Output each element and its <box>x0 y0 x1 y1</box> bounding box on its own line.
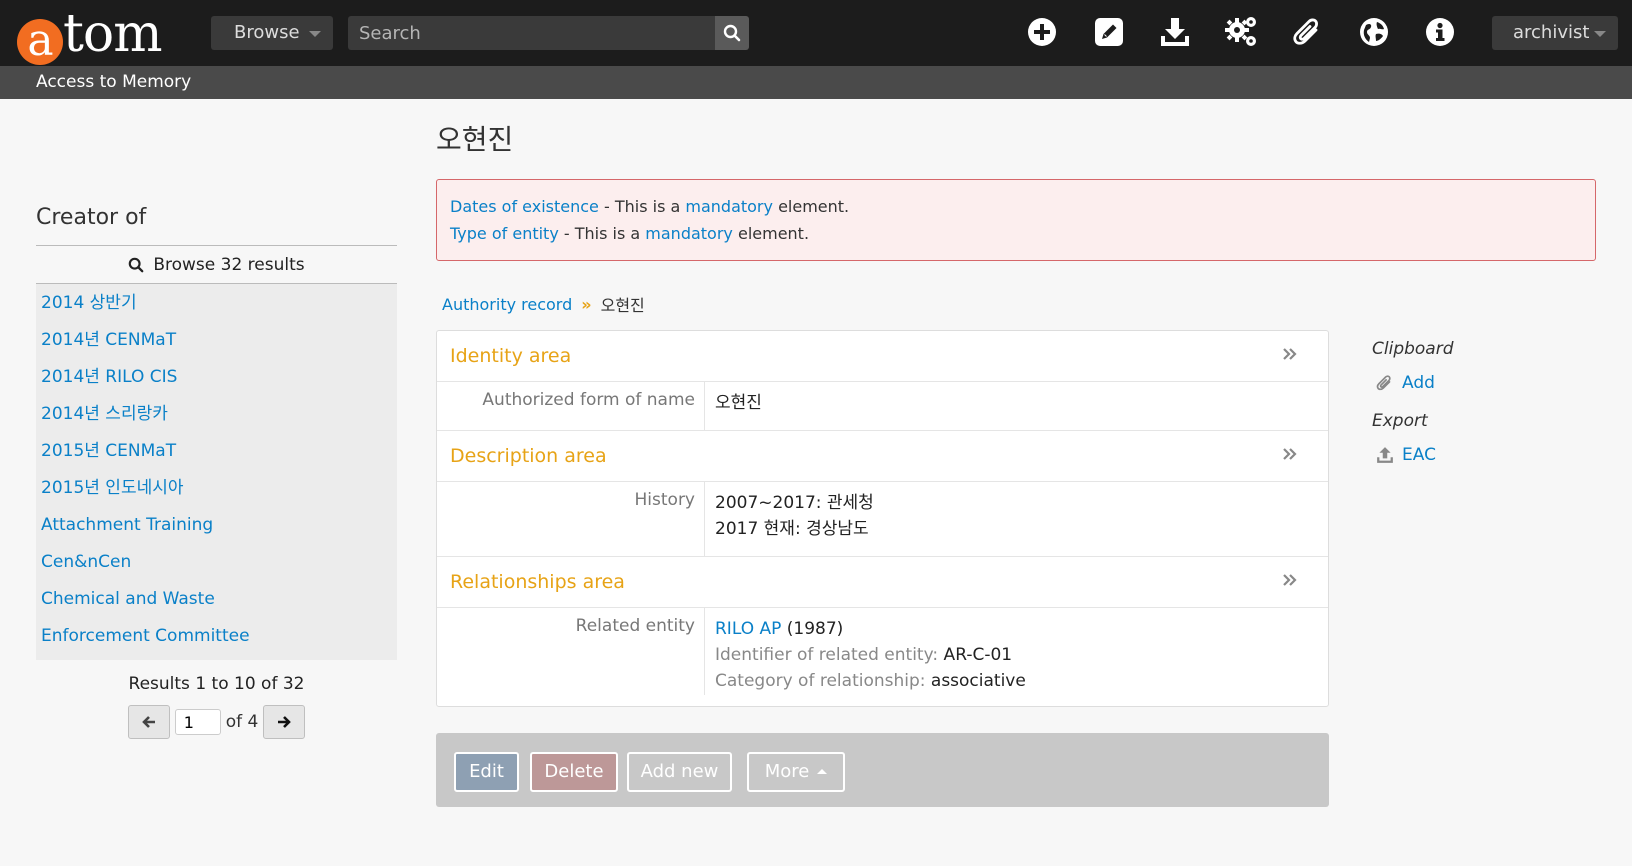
history-line: 2007~2017: 관세청 <box>715 493 874 513</box>
clipboard-add-link[interactable]: Add <box>1376 373 1572 393</box>
more-button[interactable]: More <box>747 752 845 792</box>
browse-menu-button[interactable]: Browse <box>211 16 333 50</box>
list-item[interactable]: 2014년 RILO CIS <box>36 362 397 399</box>
breadcrumb-parent-link[interactable]: Authority record <box>442 295 572 314</box>
description-area-title: Description area <box>450 445 607 467</box>
upload-icon <box>1377 447 1393 463</box>
caret-up-icon <box>817 769 828 774</box>
page-title: 오현진 <box>436 123 514 156</box>
field-value: RILO AP (1987) Identifier of related ent… <box>705 608 1026 695</box>
list-item[interactable]: 2015년 인도네시아 <box>36 473 397 510</box>
identifier-value: AR-C-01 <box>938 645 1013 665</box>
category-value: associative <box>925 671 1026 691</box>
clipboard-heading: Clipboard <box>1372 339 1454 359</box>
list-item[interactable]: Enforcement Committee <box>36 621 397 658</box>
caret-down-icon <box>309 31 321 37</box>
actions-bar: Edit Delete Add new More <box>436 733 1329 807</box>
list-item[interactable]: Attachment Training <box>36 510 397 547</box>
top-bar: atom Browse archivist <box>0 0 1632 66</box>
plus-circle-icon[interactable] <box>1024 14 1060 50</box>
error-message-box: Dates of existence - This is a mandatory… <box>436 179 1596 261</box>
field-label: Authorized form of name <box>437 382 705 430</box>
page-total: of 4 <box>225 712 259 732</box>
mandatory-link[interactable]: mandatory <box>645 224 733 243</box>
pencil-edit-icon[interactable] <box>1091 14 1127 50</box>
description-area-heading[interactable]: Description area <box>437 431 1328 482</box>
results-count: Results 1 to 10 of 32 <box>128 674 305 694</box>
user-menu-button[interactable]: archivist <box>1492 16 1618 50</box>
related-entity-date: (1987) <box>781 619 844 639</box>
context-menu: Clipboard Add Export EAC <box>1372 339 1572 465</box>
browse-results-label: Browse 32 results <box>153 254 305 275</box>
authority-record-panel: Identity area Authorized form of name 오현… <box>436 330 1329 707</box>
breadcrumb-separator: » <box>581 294 592 314</box>
related-entity-link[interactable]: RILO AP <box>715 619 781 639</box>
previous-page-button[interactable] <box>127 705 170 739</box>
atom-logo[interactable]: a tom <box>17 4 163 65</box>
search-icon <box>723 24 741 42</box>
browse-label: Browse <box>234 22 300 43</box>
error-field-link[interactable]: Type of entity <box>450 224 559 243</box>
identity-area-heading[interactable]: Identity area <box>437 331 1328 382</box>
history-line: 2017 현재: 경상남도 <box>715 519 869 539</box>
error-line: Dates of existence - This is a mandatory… <box>450 197 850 216</box>
download-import-icon[interactable] <box>1157 14 1193 50</box>
category-label: Category of relationship: <box>715 671 926 691</box>
related-entity-row: Related entity RILO AP (1987) Identifier… <box>437 608 1328 695</box>
export-eac-link[interactable]: EAC <box>1376 445 1572 465</box>
field-label: History <box>437 482 705 556</box>
authorized-name-row: Authorized form of name 오현진 <box>437 382 1328 431</box>
paperclip-icon <box>1376 375 1391 391</box>
error-field-link[interactable]: Dates of existence <box>450 197 599 216</box>
delete-button[interactable]: Delete <box>530 752 618 792</box>
list-item[interactable]: Cen&nCen <box>36 547 397 584</box>
relationships-area-heading[interactable]: Relationships area <box>437 557 1328 608</box>
identity-area-title: Identity area <box>450 345 572 367</box>
history-row: History 2007~2017: 관세청 2017 현재: 경상남도 <box>437 482 1328 557</box>
identifier-label: Identifier of related entity: <box>715 645 939 665</box>
site-subtitle[interactable]: Access to Memory <box>36 72 191 92</box>
breadcrumb: Authority record » 오현진 <box>442 292 645 316</box>
add-new-button[interactable]: Add new <box>627 752 732 792</box>
export-heading: Export <box>1372 411 1428 431</box>
list-item[interactable]: 2015년 CENMaT <box>36 436 397 473</box>
list-item[interactable]: Chemical and Waste <box>36 584 397 621</box>
globe-language-icon[interactable] <box>1356 14 1392 50</box>
chevron-double-right-icon[interactable] <box>1282 431 1298 482</box>
site-subtitle-bar: Access to Memory <box>0 66 1632 99</box>
field-label: Related entity <box>437 608 705 695</box>
error-line: Type of entity - This is a mandatory ele… <box>450 224 810 243</box>
breadcrumb-current: 오현진 <box>600 296 645 315</box>
gears-admin-icon[interactable] <box>1224 14 1260 50</box>
pager: of 4 <box>36 705 397 739</box>
info-icon[interactable] <box>1422 14 1458 50</box>
creator-of-title: Creator of <box>36 200 397 246</box>
list-item[interactable]: 2014년 스리랑카 <box>36 399 397 436</box>
search-input[interactable] <box>348 16 715 50</box>
edit-button[interactable]: Edit <box>454 752 519 792</box>
sidebar: Creator of Browse 32 results 2014 상반기 20… <box>36 200 397 739</box>
field-value: 오현진 <box>715 393 762 413</box>
search-button[interactable] <box>715 16 749 50</box>
relationships-area-title: Relationships area <box>450 571 625 593</box>
user-label: archivist <box>1513 22 1590 43</box>
arrow-left-icon <box>141 716 155 728</box>
field-value: 2007~2017: 관세청 2017 현재: 경상남도 <box>705 482 874 556</box>
list-item[interactable]: 2014년 CENMaT <box>36 325 397 362</box>
search-icon <box>129 257 144 272</box>
browse-results-link[interactable]: Browse 32 results <box>36 246 397 284</box>
mandatory-link[interactable]: mandatory <box>685 197 773 216</box>
creator-list: 2014 상반기 2014년 CENMaT 2014년 RILO CIS 201… <box>36 284 397 660</box>
page-number-input[interactable] <box>174 709 221 735</box>
chevron-double-right-icon[interactable] <box>1282 331 1298 382</box>
paperclip-clipboard-icon[interactable] <box>1290 14 1326 50</box>
arrow-right-icon <box>278 716 292 728</box>
chevron-double-right-icon[interactable] <box>1282 557 1298 608</box>
next-page-button[interactable] <box>263 705 306 739</box>
list-item[interactable]: 2014 상반기 <box>36 288 397 325</box>
caret-down-icon <box>1594 31 1606 37</box>
